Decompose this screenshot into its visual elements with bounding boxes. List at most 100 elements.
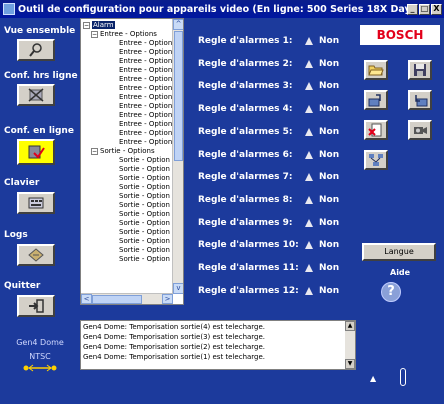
tree-item-entree[interactable]: Entree - Option 8	[119, 102, 173, 111]
tree-item-sortie[interactable]: Sortie - Option 11	[119, 246, 173, 255]
alarm-rule-value[interactable]: Non	[319, 150, 339, 160]
alarm-rule-value[interactable]: Non	[319, 81, 339, 91]
tree-item-sortie[interactable]: Sortie - Option 1	[119, 156, 173, 165]
alarm-rule-value[interactable]: Non	[319, 36, 339, 46]
alarm-rule-row[interactable]: Regle d'alarmes 2: Non	[184, 57, 356, 73]
camera-button[interactable]	[408, 120, 432, 140]
alarm-rule-value[interactable]: Non	[319, 263, 339, 273]
vue-ensemble-button[interactable]	[17, 39, 55, 61]
logs-button[interactable]	[17, 244, 55, 266]
device-standard: NTSC	[29, 352, 51, 361]
aide-label: Aide	[390, 268, 411, 277]
alarm-rule-row[interactable]: Regle d'alarmes 10: Non	[184, 238, 356, 254]
tree-item-entree[interactable]: Entree - Option 5	[119, 75, 173, 84]
tree-item-entree[interactable]: Entree - Option 7	[119, 93, 173, 102]
alarm-rule-value[interactable]: Non	[319, 195, 339, 205]
tree-item-sortie[interactable]: Sortie - Option 12	[119, 255, 173, 264]
scroll-up-icon[interactable]: ^	[173, 19, 183, 30]
log-line: Gen4 Dome: Temporisation sortie(3) est t…	[83, 333, 266, 341]
conf-en-ligne-button[interactable]	[17, 139, 55, 165]
magnifier-icon	[29, 43, 42, 57]
alarm-rule-value[interactable]: Non	[319, 218, 339, 228]
tree-item-sortie[interactable]: Sortie - Option 10	[119, 237, 173, 246]
langue-button[interactable]: Langue	[362, 243, 436, 261]
hscroll-thumb[interactable]	[92, 295, 142, 304]
tree-item-entree[interactable]: Entree - Option 11	[119, 129, 173, 138]
alarm-rule-value[interactable]: Non	[319, 104, 339, 114]
alarm-rule-value[interactable]: Non	[319, 172, 339, 182]
tree-horizontal-scrollbar[interactable]: < >	[81, 293, 173, 304]
save-button[interactable]	[408, 60, 432, 80]
tree-node-entree-options[interactable]: − Entree - Options	[91, 30, 157, 39]
tree-item-entree[interactable]: Entree - Option 1	[119, 39, 173, 48]
log-scroll-up-icon[interactable]: ▲	[345, 321, 355, 331]
alarm-rule-value[interactable]: Non	[319, 240, 339, 250]
tree-item-sortie[interactable]: Sortie - Option 5	[119, 192, 173, 201]
tree-item-sortie[interactable]: Sortie - Option 3	[119, 174, 173, 183]
tree-item-entree[interactable]: Entree - Option 4	[119, 66, 173, 75]
maximize-button[interactable]: □	[419, 3, 430, 15]
tree-content: − Alarm − Entree - Options Entree - Option…	[81, 19, 173, 294]
log-scrollbar[interactable]: ▲ ▼	[345, 321, 355, 369]
upload-button[interactable]	[364, 90, 388, 110]
tree-item-entree[interactable]: Entree - Option 2	[119, 48, 173, 57]
delete-file-button[interactable]	[364, 120, 388, 140]
alarm-rule-row[interactable]: Regle d'alarmes 12: Non	[184, 284, 356, 300]
alarm-bell-icon	[305, 127, 313, 139]
scroll-thumb[interactable]	[174, 31, 183, 161]
collapse-icon[interactable]: −	[91, 30, 98, 38]
alarm-rule-value[interactable]: Non	[319, 59, 339, 69]
collapse-icon[interactable]: −	[91, 147, 98, 155]
tree-item-entree[interactable]: Entree - Option 9	[119, 111, 173, 120]
alarm-rule-row[interactable]: Regle d'alarmes 7: Non	[184, 170, 356, 186]
alarm-rule-row[interactable]: Regle d'alarmes 6: Non	[184, 148, 356, 164]
alarm-rule-row[interactable]: Regle d'alarmes 4: Non	[184, 102, 356, 118]
log-output[interactable]: ▲ ▼ Gen4 Dome: Temporisation sortie(4) e…	[80, 320, 356, 370]
conf-hors-ligne-button[interactable]	[17, 84, 55, 106]
tree-item-entree[interactable]: Entree - Option 12	[119, 138, 173, 147]
close-button[interactable]: X	[431, 3, 442, 15]
log-line: Gen4 Dome: Temporisation sortie(2) est t…	[83, 343, 266, 351]
alarm-rule-row[interactable]: Regle d'alarmes 3: Non	[184, 79, 356, 95]
tree-node-alarm[interactable]: − Alarm	[83, 21, 115, 30]
tree-node-sortie-options[interactable]: − Sortie - Options	[91, 147, 155, 156]
tree-item-entree[interactable]: Entree - Option 10	[119, 120, 173, 129]
log-scroll-down-icon[interactable]: ▼	[345, 359, 355, 369]
log-line: Gen4 Dome: Temporisation sortie(4) est t…	[83, 323, 266, 331]
tree-item-sortie[interactable]: Sortie - Option 6	[119, 201, 173, 210]
scroll-down-icon[interactable]: v	[173, 283, 183, 294]
minimize-button[interactable]: _	[407, 3, 418, 15]
title-bar: Outil de configuration pour appareils vi…	[0, 0, 444, 18]
alarm-rule-row[interactable]: Regle d'alarmes 9: Non	[184, 216, 356, 232]
alarm-rule-value[interactable]: Non	[319, 286, 339, 296]
scroll-left-icon[interactable]: <	[81, 294, 92, 304]
help-icon[interactable]: ?	[381, 282, 401, 302]
alarm-rules-panel: Regle d'alarmes 1: Non Regle d'alarmes 2: N…	[184, 18, 356, 305]
alarm-rule-row[interactable]: Regle d'alarmes 1: Non	[184, 34, 356, 50]
tree-item-entree[interactable]: Entree - Option 3	[119, 57, 173, 66]
network-button[interactable]	[364, 150, 388, 170]
tree-item-sortie[interactable]: Sortie - Option 2	[119, 165, 173, 174]
tree-item-sortie[interactable]: Sortie - Option 9	[119, 228, 173, 237]
alarm-rule-row[interactable]: Regle d'alarmes 8: Non	[184, 193, 356, 209]
alarm-rule-row[interactable]: Regle d'alarmes 11: Non	[184, 261, 356, 277]
clavier-button[interactable]	[17, 192, 55, 214]
alarm-rule-label: Regle d'alarmes 8:	[198, 194, 293, 205]
nav-label-logs: Logs	[4, 230, 28, 240]
alarm-rule-row[interactable]: Regle d'alarmes 5: Non	[184, 125, 356, 141]
collapse-icon[interactable]: −	[83, 21, 90, 29]
network-icon	[369, 154, 383, 166]
alarm-rule-value[interactable]: Non	[319, 127, 339, 137]
tree-item-sortie[interactable]: Sortie - Option 7	[119, 210, 173, 219]
tree-vertical-scrollbar[interactable]: ^ v	[172, 19, 183, 294]
offline-config-icon	[28, 88, 44, 102]
quitter-button[interactable]	[17, 295, 55, 317]
scroll-right-icon[interactable]: >	[162, 294, 173, 304]
download-button[interactable]	[408, 90, 432, 110]
options-tree[interactable]: − Alarm − Entree - Options Entree - Option…	[80, 18, 184, 305]
open-folder-button[interactable]	[364, 60, 388, 80]
camera-icon	[414, 127, 427, 134]
tree-item-sortie[interactable]: Sortie - Option 8	[119, 219, 173, 228]
tree-item-sortie[interactable]: Sortie - Option 4	[119, 183, 173, 192]
tree-item-entree[interactable]: Entree - Option 6	[119, 84, 173, 93]
